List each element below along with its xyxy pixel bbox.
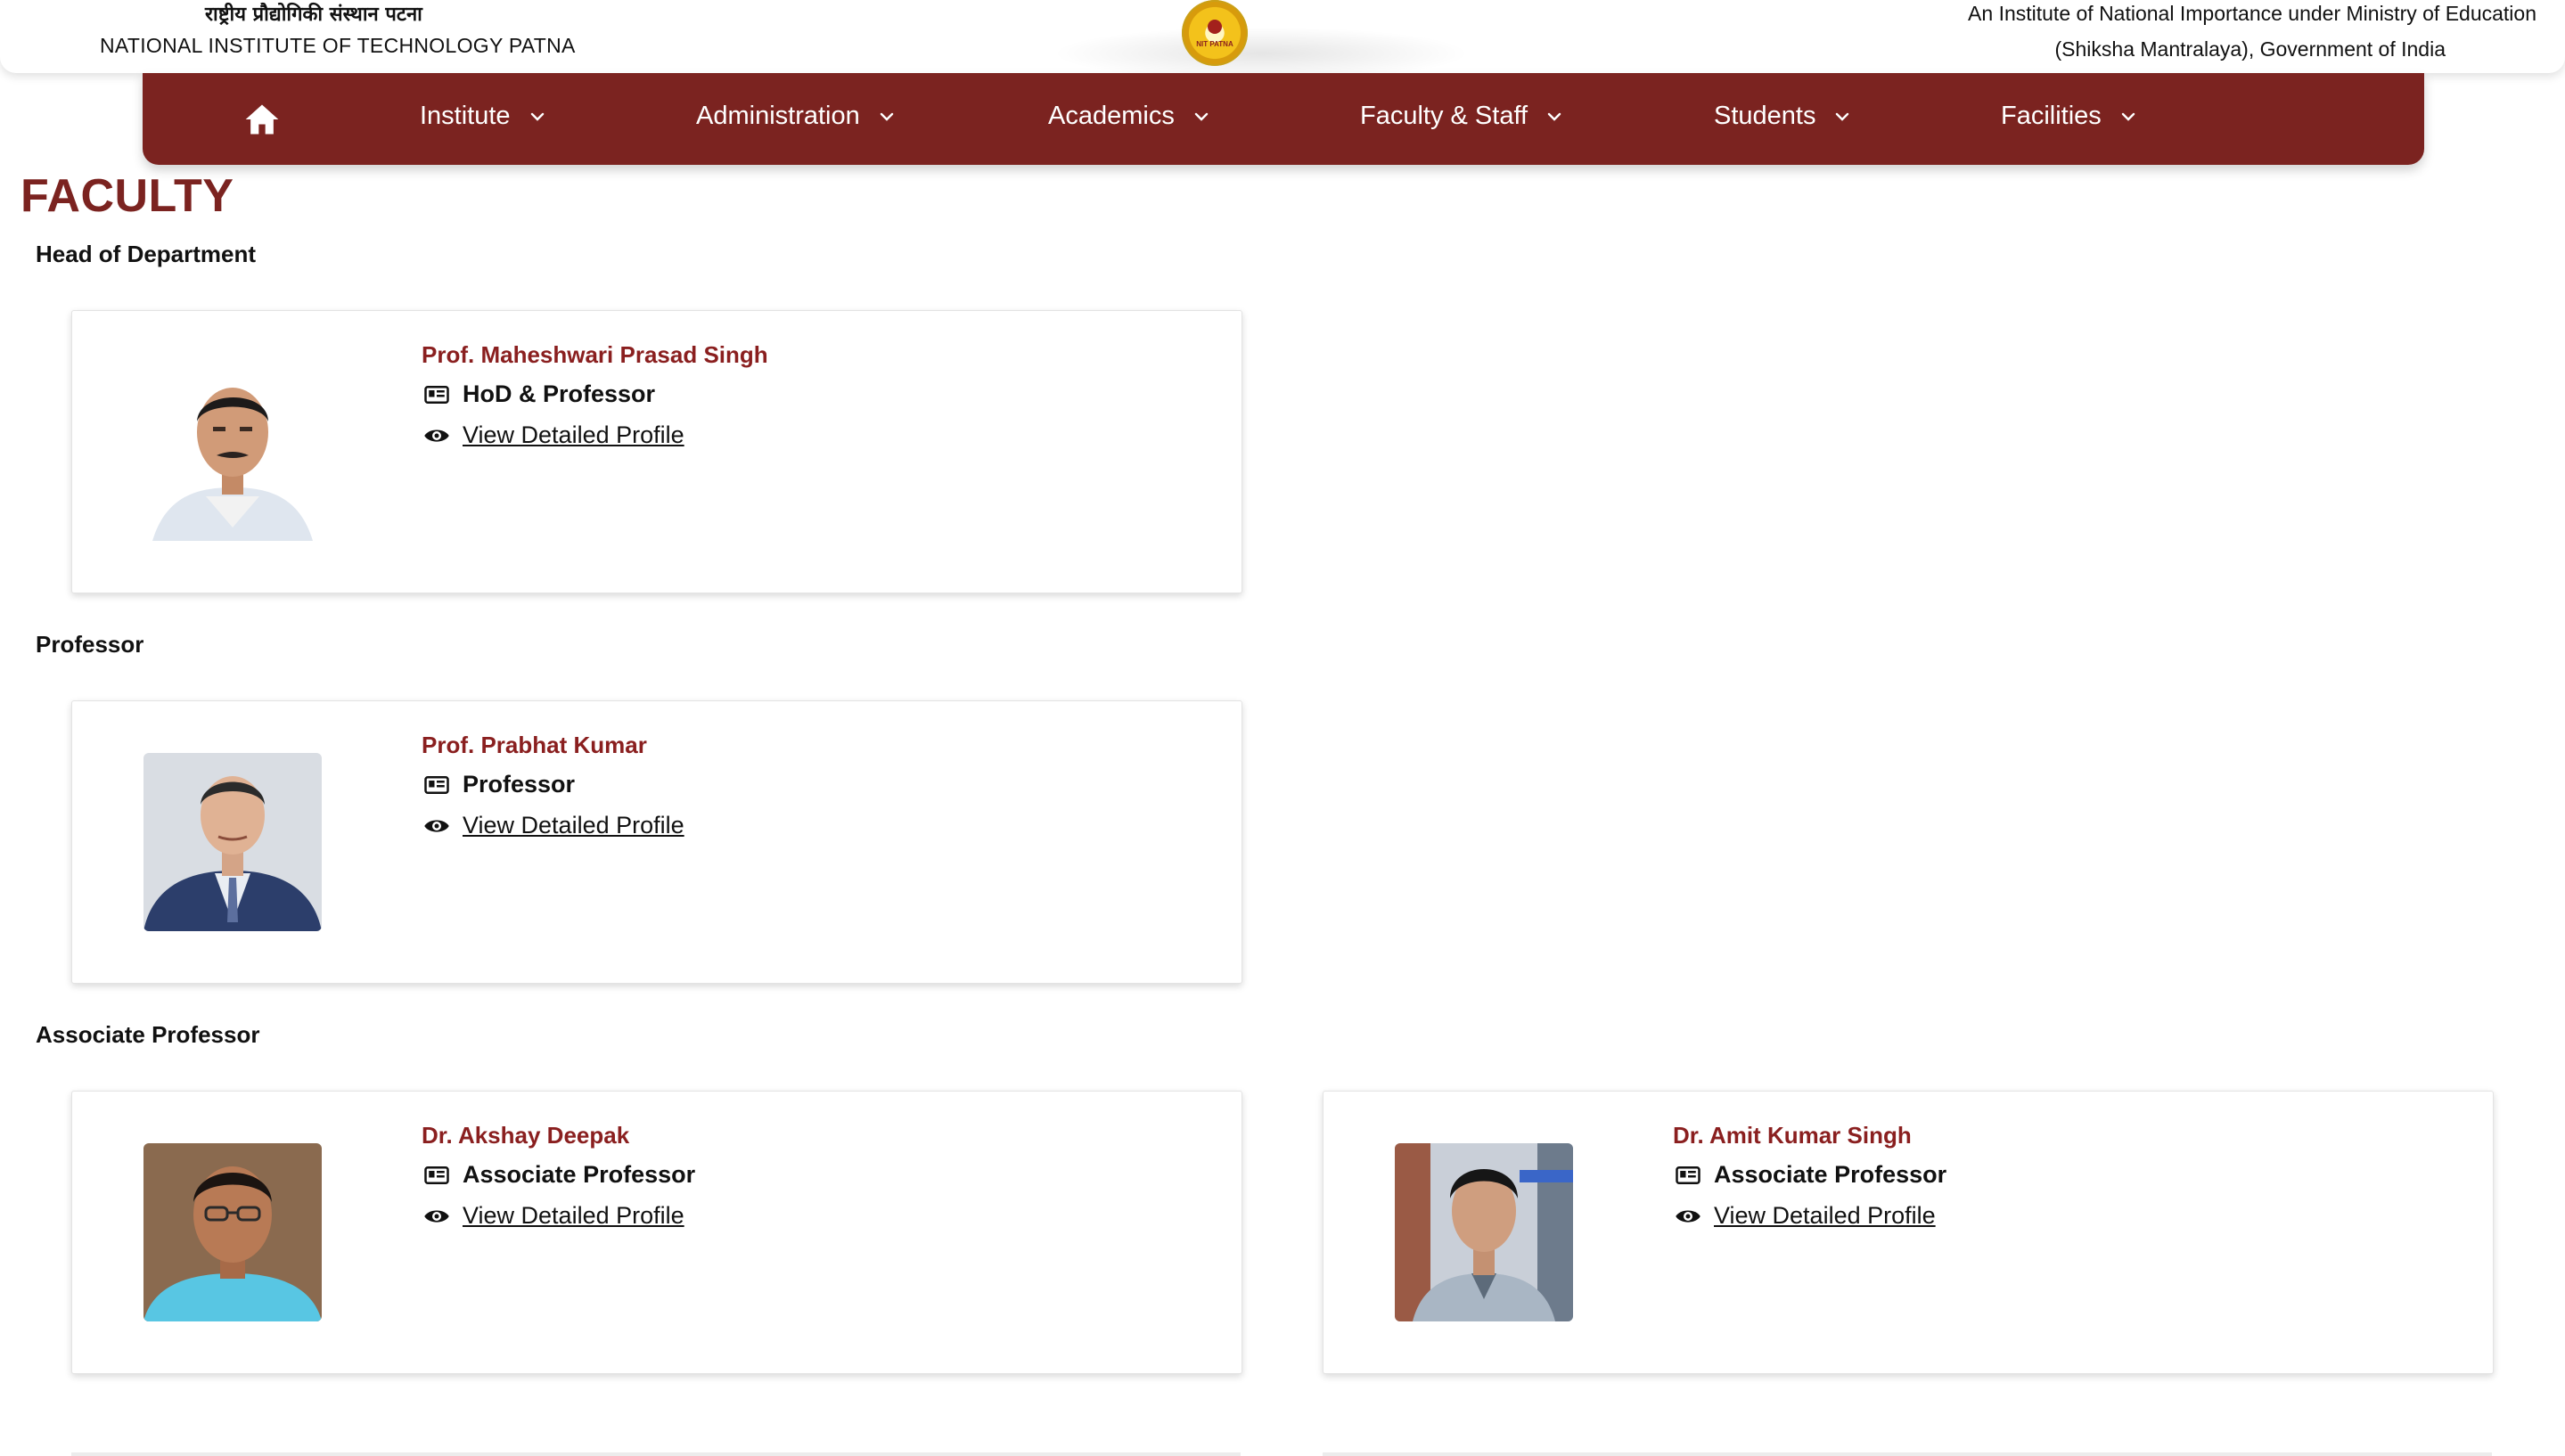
id-card-icon (424, 775, 449, 794)
profile-link-row[interactable]: View Detailed Profile (423, 421, 684, 449)
logo-glow (1052, 27, 1471, 80)
chevron-down-icon (1194, 112, 1209, 121)
nav-facilities-label: Facilities (2001, 102, 2102, 130)
nav-administration-label: Administration (696, 102, 860, 130)
designation-text: HoD & Professor (463, 380, 656, 407)
faculty-card: Prof. Maheshwari Prasad Singh HoD & Prof… (71, 310, 1242, 593)
nav-academics-label: Academics (1048, 102, 1175, 130)
institute-name-hindi: राष्ट्रीय प्रौद्योगिकी संस्थान पटना (205, 4, 422, 26)
faculty-name[interactable]: Dr. Amit Kumar Singh (1673, 1122, 1912, 1149)
chevron-down-icon (1836, 112, 1849, 121)
faculty-photo (1395, 1143, 1573, 1321)
next-card-edge (1323, 1452, 2492, 1456)
site-header: राष्ट्रीय प्रौद्योगिकी संस्थान पटना NATI… (0, 0, 2565, 80)
profile-link-row[interactable]: View Detailed Profile (423, 1202, 684, 1230)
eye-icon (1676, 1209, 1700, 1223)
profile-link-row[interactable]: View Detailed Profile (1675, 1202, 1936, 1230)
main-navigation: Institute Administration Academics Facul… (143, 73, 2424, 165)
nav-facilities[interactable]: Facilities (2001, 102, 2139, 131)
section-heading-professor: Professor (36, 631, 144, 658)
id-card-icon (424, 1166, 449, 1184)
faculty-card: Dr. Akshay Deepak Associate Professor Vi… (71, 1091, 1242, 1374)
faculty-photo (143, 1143, 322, 1321)
faculty-photo (143, 363, 322, 541)
institute-name-english: NATIONAL INSTITUTE OF TECHNOLOGY PATNA (100, 34, 576, 57)
institute-logo[interactable]: NIT PATNA (1182, 0, 1248, 66)
chevron-down-icon (2121, 112, 2135, 121)
faculty-designation: Associate Professor (423, 1161, 695, 1189)
faculty-designation: Professor (423, 771, 575, 798)
faculty-card: Dr. Amit Kumar Singh Associate Professor… (1323, 1091, 2494, 1374)
designation-text: Associate Professor (1714, 1161, 1947, 1188)
logo-text: NIT PATNA (1196, 40, 1233, 48)
nav-institute[interactable]: Institute (420, 102, 548, 131)
designation-text: Professor (463, 771, 576, 798)
nav-institute-label: Institute (420, 102, 511, 130)
faculty-name[interactable]: Prof. Prabhat Kumar (422, 732, 647, 759)
faculty-name[interactable]: Prof. Maheshwari Prasad Singh (422, 341, 768, 369)
nav-administration[interactable]: Administration (696, 102, 897, 131)
nav-students-label: Students (1714, 102, 1816, 130)
view-profile-link[interactable]: View Detailed Profile (463, 421, 684, 449)
faculty-card: Prof. Prabhat Kumar Professor View Detai… (71, 700, 1242, 984)
home-button[interactable] (242, 100, 282, 139)
institute-tagline-line1: An Institute of National Importance unde… (1968, 2, 2536, 25)
faculty-name[interactable]: Dr. Akshay Deepak (422, 1122, 629, 1149)
id-card-icon (424, 385, 449, 404)
chevron-down-icon (1547, 112, 1561, 121)
section-heading-associate-professor: Associate Professor (36, 1021, 260, 1048)
logo-emblem (1208, 20, 1222, 34)
faculty-designation: HoD & Professor (423, 380, 655, 408)
chevron-down-icon (880, 112, 893, 121)
nav-faculty-staff-label: Faculty & Staff (1360, 102, 1528, 130)
page-title: FACULTY (20, 170, 234, 222)
home-icon (245, 104, 279, 135)
view-profile-link[interactable]: View Detailed Profile (1714, 1202, 1936, 1230)
institute-tagline-line2: (Shiksha Mantralaya), Government of Indi… (2054, 37, 2446, 61)
id-card-icon (1676, 1166, 1700, 1184)
eye-icon (424, 429, 449, 442)
faculty-designation: Associate Professor (1675, 1161, 1946, 1189)
chevron-down-icon (530, 112, 544, 121)
nav-faculty-staff[interactable]: Faculty & Staff (1360, 102, 1565, 131)
designation-text: Associate Professor (463, 1161, 696, 1188)
section-heading-hod: Head of Department (36, 241, 257, 267)
eye-icon (424, 1209, 449, 1223)
eye-icon (424, 819, 449, 832)
nav-academics[interactable]: Academics (1048, 102, 1212, 131)
view-profile-link[interactable]: View Detailed Profile (463, 1202, 684, 1230)
view-profile-link[interactable]: View Detailed Profile (463, 812, 684, 839)
nav-students[interactable]: Students (1714, 102, 1853, 131)
next-card-edge (71, 1452, 1241, 1456)
faculty-photo (143, 753, 322, 931)
profile-link-row[interactable]: View Detailed Profile (423, 812, 684, 839)
